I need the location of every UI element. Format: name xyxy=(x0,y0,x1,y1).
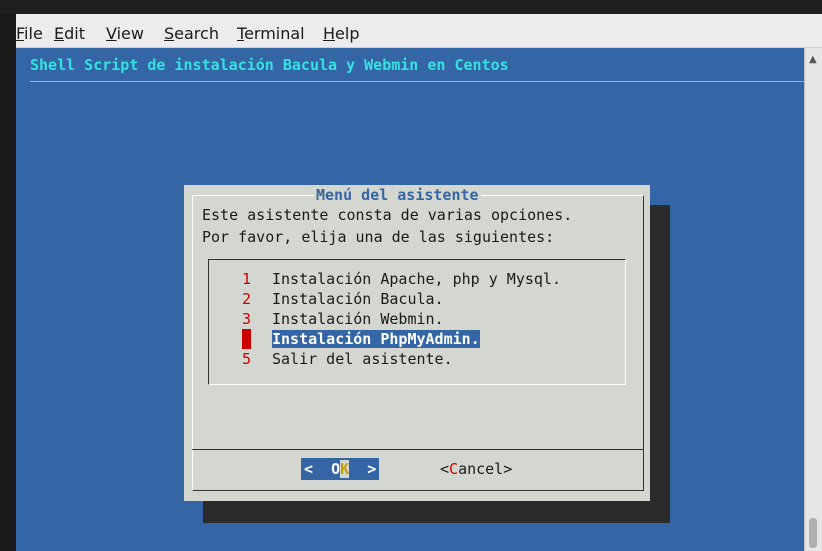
vertical-scrollbar[interactable]: ▲ xyxy=(804,48,822,551)
scroll-up-icon[interactable]: ▲ xyxy=(809,54,817,65)
dialog-description: Este asistente consta de varias opciones… xyxy=(202,204,572,248)
option-label: Instalación PhpMyAdmin. xyxy=(272,330,480,348)
option-label: Instalación Bacula. xyxy=(272,290,444,308)
menu-terminal[interactable]: Terminal xyxy=(237,24,305,43)
option-number: 4 xyxy=(242,329,252,349)
option-number: 3 xyxy=(242,310,252,328)
menu-bar: File Edit View Search Terminal Help xyxy=(16,14,822,48)
window-left-edge xyxy=(0,14,16,551)
option-label: Salir del asistente. xyxy=(272,350,453,368)
ok-button[interactable]: < OK > xyxy=(301,458,380,480)
wizard-dialog: Menú del asistente Este asistente consta… xyxy=(184,185,650,501)
cancel-button[interactable]: <Cancel> xyxy=(440,458,512,480)
dialog-title: Menú del asistente xyxy=(314,186,481,204)
option-number: 2 xyxy=(242,290,252,308)
menu-option-2[interactable]: 2 Instalación Bacula. xyxy=(242,289,444,309)
option-label: Instalación Apache, php y Mysql. xyxy=(272,270,561,288)
scrollbar-thumb[interactable] xyxy=(809,518,817,548)
backtitle-rule xyxy=(30,81,804,82)
desc-line-2: Por favor, elija una de las siguientes: xyxy=(202,228,555,246)
menu-option-1[interactable]: 1 Instalación Apache, php y Mysql. xyxy=(242,269,561,289)
dialog-separator xyxy=(192,449,644,450)
menu-option-4-selected[interactable]: 4 Instalación PhpMyAdmin. xyxy=(242,329,480,349)
terminal-area[interactable]: Shell Script de instalación Bacula y Web… xyxy=(16,48,804,551)
backtitle: Shell Script de instalación Bacula y Web… xyxy=(30,56,509,74)
option-label: Instalación Webmin. xyxy=(272,310,444,328)
window-top-edge xyxy=(0,0,822,14)
menu-option-5[interactable]: 5 Salir del asistente. xyxy=(242,349,453,369)
menu-file[interactable]: File xyxy=(16,24,43,43)
menu-view[interactable]: View xyxy=(106,24,144,43)
menu-option-3[interactable]: 3 Instalación Webmin. xyxy=(242,309,444,329)
option-number: 1 xyxy=(242,270,252,288)
desc-line-1: Este asistente consta de varias opciones… xyxy=(202,206,573,224)
menu-search[interactable]: Search xyxy=(164,24,219,43)
menu-help[interactable]: Help xyxy=(323,24,359,43)
option-number: 5 xyxy=(242,350,252,368)
menu-edit[interactable]: Edit xyxy=(54,24,85,43)
